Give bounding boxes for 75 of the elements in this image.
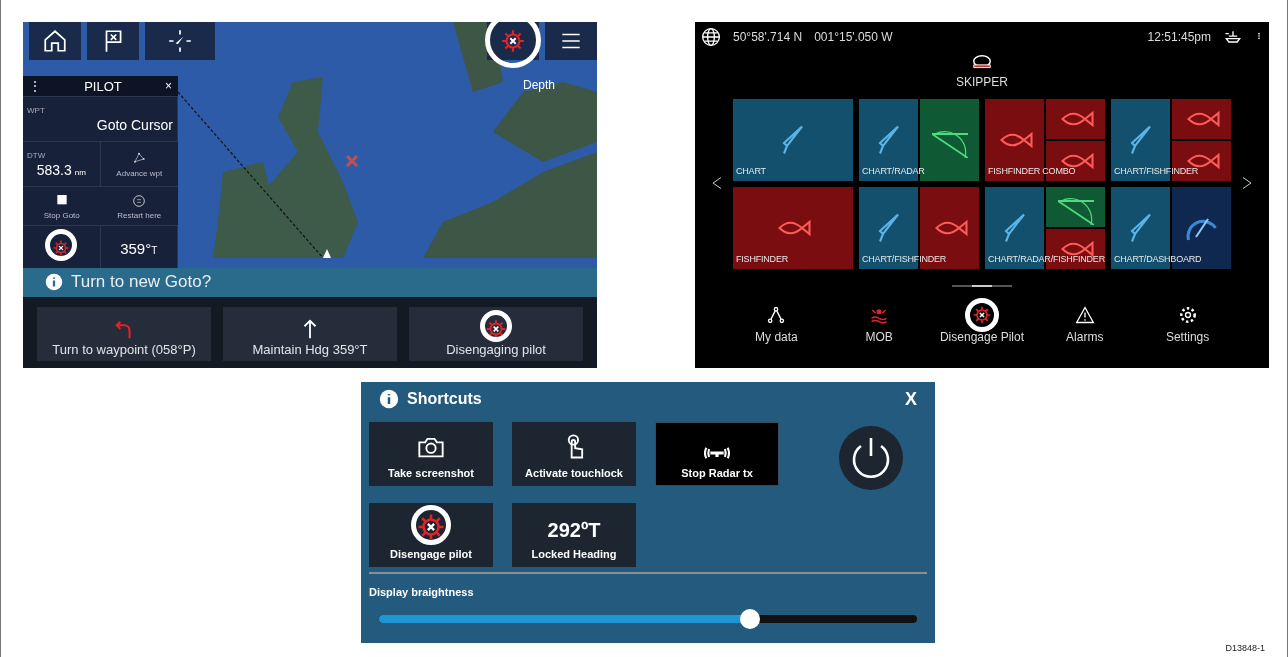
app-tile[interactable]: CHART/RADAR/FISHFINDER <box>985 187 1105 269</box>
heading-value: 292ºT <box>547 519 601 542</box>
app-tile[interactable]: CHART/FISHFINDER <box>1111 99 1231 181</box>
panel-title: PILOT <box>84 78 122 94</box>
shortcut-label: Disengage pilot <box>390 548 472 560</box>
app-tile[interactable]: CHART/FISHFINDER <box>859 187 979 269</box>
helm-icon <box>416 512 446 542</box>
toolbar-button[interactable] <box>29 22 81 60</box>
action-button[interactable]: Stop Goto <box>23 187 101 225</box>
clock-text: 12:51:45pm <box>1147 30 1211 44</box>
helm-icon <box>52 239 71 257</box>
close-button[interactable]: X <box>905 388 917 410</box>
nav-button[interactable]: MOB <box>834 305 925 344</box>
shortcut-button[interactable]: 292ºT Locked Heading <box>512 503 636 567</box>
depth-label: Depth <box>522 78 555 92</box>
field-value: Goto Cursor <box>96 116 173 133</box>
info-icon <box>45 273 63 292</box>
nav-button[interactable]: Disengage Pilot <box>937 305 1027 344</box>
nodes-icon <box>766 305 787 325</box>
toolbar-button[interactable] <box>545 22 597 60</box>
action-button[interactable]: Advance wpt <box>100 142 178 186</box>
tile-label: CHART/FISHFINDER <box>862 254 947 264</box>
nav-button[interactable]: Settings <box>1142 305 1233 344</box>
warning-icon <box>1074 305 1095 325</box>
shortcut-button[interactable]: Take screenshot <box>369 422 493 486</box>
slider-label: Display braightness <box>369 586 475 598</box>
app-tile[interactable]: CHART/RADAR <box>859 99 979 181</box>
shortcut-label: Take screenshot <box>388 467 474 479</box>
close-button[interactable]: × <box>165 79 172 93</box>
settings-icon <box>1177 305 1198 325</box>
app-tile[interactable]: CHART/DASHBOARD <box>1111 187 1231 269</box>
shortcut-label: Activate touchlock <box>525 467 623 479</box>
unit-label: nm <box>74 167 86 177</box>
tile-label: CHART <box>736 166 766 176</box>
shortcut-button[interactable]: Activate touchlock <box>512 422 636 486</box>
tile-label: CHART/RADAR <box>862 166 925 176</box>
toolbar-button[interactable] <box>87 22 139 60</box>
info-icon <box>379 389 399 409</box>
home-icon <box>42 28 68 54</box>
nav-button[interactable]: My data <box>731 305 822 344</box>
helm-icon <box>500 28 526 54</box>
unit-label: T <box>151 244 158 256</box>
app-tile[interactable]: FISHFINDER COMBO <box>985 99 1105 181</box>
tile-label: FISHFINDER <box>736 254 788 264</box>
panel-title: Shortcuts <box>407 390 482 408</box>
tile-label: CHART/DASHBOARD <box>1114 254 1202 264</box>
helm-icon <box>972 305 992 325</box>
choice-button[interactable]: Maintain Hdg 359°T <box>223 306 397 361</box>
shortcut-button[interactable]: Stop Radar tx <box>655 422 779 486</box>
longitude-text: 001°15'.050 W <box>814 30 893 44</box>
heading-value: 359°T <box>120 239 158 257</box>
prompt-text: Turn to new Goto? <box>71 272 212 293</box>
field-label: DTW <box>27 150 46 160</box>
choice-button[interactable]: Disengaging pilot <box>409 306 583 361</box>
panel-menu-button[interactable]: ⋮ <box>29 79 41 93</box>
slider-thumb[interactable] <box>740 609 761 629</box>
radar-antenna-icon <box>702 445 732 461</box>
action-button[interactable]: Restart here <box>100 187 178 225</box>
field-label: WPT <box>27 105 45 115</box>
profile-name: SKIPPER <box>956 75 1008 89</box>
tile-label: FISHFINDER COMBO <box>988 166 1076 176</box>
latitude-text: 50°58'.714 N <box>733 30 803 44</box>
app-tile[interactable]: CHART <box>733 99 853 181</box>
tile-label: CHART/FISHFINDER <box>1114 166 1199 176</box>
globe-icon <box>701 27 721 47</box>
field-value: 583.3 nm <box>36 161 86 178</box>
shortcut-label: Locked Heading <box>531 548 617 560</box>
tile-label: CHART/RADAR/FISHFINDER <box>988 254 1105 264</box>
shortcut-label: Stop Radar tx <box>681 467 753 479</box>
figure-id: D13848-1 <box>1225 643 1265 653</box>
nav-button[interactable]: Alarms <box>1039 305 1130 344</box>
choice-button[interactable]: Turn to waypoint (058°P) <box>37 306 211 361</box>
page-indicator <box>952 285 1012 287</box>
shortcut-button[interactable]: Disengage pilot <box>369 503 493 567</box>
app-tile[interactable]: FISHFINDER <box>733 187 853 269</box>
